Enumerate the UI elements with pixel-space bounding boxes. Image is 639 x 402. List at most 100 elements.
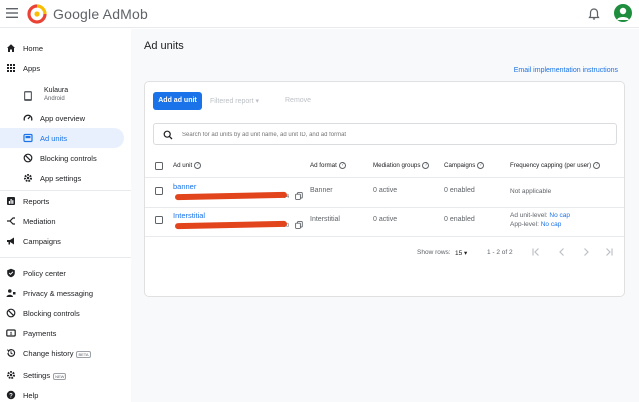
help-icon[interactable]: ? bbox=[338, 162, 346, 169]
sidebar-item-label: App settings bbox=[40, 174, 82, 183]
sidebar-item-label: Help bbox=[23, 391, 39, 400]
sidebar-item-mediation[interactable]: Mediation bbox=[0, 211, 124, 231]
next-page-icon[interactable] bbox=[581, 247, 591, 257]
first-page-icon[interactable] bbox=[531, 247, 541, 257]
last-page-icon[interactable] bbox=[604, 247, 614, 257]
sidebar-item-ad-units[interactable]: Ad units bbox=[0, 128, 124, 148]
app-platform: Android bbox=[44, 96, 65, 102]
ad-unit-name-link[interactable]: Interstitial bbox=[173, 211, 205, 220]
col-header-ad-format[interactable]: Ad format? bbox=[310, 162, 346, 169]
sidebar-item-change-history[interactable]: Change history BETA bbox=[0, 343, 124, 363]
sidebar-item-label: Apps bbox=[23, 64, 41, 73]
search-input[interactable] bbox=[182, 128, 602, 142]
app-selector[interactable]: Kulaura Android bbox=[0, 85, 124, 109]
search-bar[interactable] bbox=[153, 123, 617, 145]
filtered-report-label: Filtered report bbox=[210, 98, 254, 105]
table-divider bbox=[145, 207, 624, 208]
top-app-bar: Google AdMob bbox=[0, 0, 639, 28]
sidebar-item-privacy-messaging[interactable]: Privacy & messaging bbox=[0, 283, 124, 303]
help-icon[interactable]: ? bbox=[422, 162, 430, 169]
col-header-label: Campaigns bbox=[444, 162, 476, 170]
ad-units-icon bbox=[23, 133, 33, 143]
frequency-label: App-level: bbox=[510, 221, 539, 228]
privacy-person-icon bbox=[6, 289, 16, 297]
sidebar-item-app-blocking-controls[interactable]: Blocking controls bbox=[0, 148, 124, 168]
filtered-report-button[interactable]: Filtered report ▾ bbox=[210, 97, 259, 105]
svg-text:$: $ bbox=[10, 331, 13, 336]
mediation-cell: 0 active bbox=[373, 187, 398, 194]
sidebar-item-label: Ad units bbox=[40, 134, 68, 143]
ad-units-card: Add ad unit Filtered report ▾ Remove Ad … bbox=[144, 81, 625, 297]
sidebar-item-policy-center[interactable]: Policy center bbox=[0, 263, 124, 283]
table-divider bbox=[145, 236, 624, 237]
sidebar-item-label: Payments bbox=[23, 329, 57, 338]
svg-text:?: ? bbox=[9, 393, 13, 399]
sidebar-item-label: Blocking controls bbox=[23, 309, 80, 318]
help-icon: ? bbox=[6, 390, 16, 399]
select-all-checkbox[interactable] bbox=[155, 162, 163, 170]
sidebar-item-help[interactable]: ? Help bbox=[0, 385, 124, 402]
frequency-app-level: App-level: No cap bbox=[510, 221, 561, 228]
help-icon[interactable]: ? bbox=[477, 162, 485, 169]
frequency-app-link[interactable]: No cap bbox=[541, 221, 562, 228]
col-header-frequency-capping[interactable]: Frequency capping (per user)? bbox=[510, 162, 601, 170]
rows-per-page-value: 15 bbox=[455, 250, 463, 257]
sidebar-item-campaigns[interactable]: Campaigns bbox=[0, 231, 124, 251]
col-header-mediation-groups[interactable]: Mediation groups? bbox=[373, 162, 430, 170]
email-instructions-link[interactable]: Email implementation instructions bbox=[514, 67, 618, 74]
frequency-ad-unit-link[interactable]: No cap bbox=[549, 212, 570, 219]
remove-button[interactable]: Remove bbox=[285, 97, 311, 104]
home-icon bbox=[7, 44, 15, 52]
sidebar-item-app-overview[interactable]: App overview bbox=[0, 108, 124, 128]
android-icon bbox=[24, 91, 32, 101]
sidebar-item-label: Home bbox=[23, 44, 44, 53]
page-title: Ad units bbox=[144, 40, 184, 52]
help-icon[interactable]: ? bbox=[194, 162, 202, 169]
col-header-campaigns[interactable]: Campaigns? bbox=[444, 162, 485, 170]
frequency-cell: Not applicable bbox=[510, 188, 552, 195]
brand-title: Google AdMob bbox=[53, 6, 149, 22]
col-header-label: Mediation groups bbox=[373, 162, 421, 170]
sidebar-item-home[interactable]: Home bbox=[0, 38, 124, 58]
help-icon[interactable]: ? bbox=[593, 162, 601, 169]
menu-icon[interactable] bbox=[6, 8, 18, 18]
gauge-icon bbox=[23, 114, 33, 121]
sidebar-item-apps[interactable]: Apps bbox=[0, 58, 124, 78]
block-icon bbox=[23, 153, 33, 163]
pagination-range: 1 - 2 of 2 bbox=[487, 249, 513, 256]
row-checkbox[interactable] bbox=[155, 187, 163, 195]
avatar[interactable] bbox=[614, 4, 632, 22]
sidebar-item-label: Policy center bbox=[23, 269, 66, 278]
sidebar-item-app-settings[interactable]: App settings bbox=[0, 168, 124, 188]
col-header-label: Ad unit bbox=[173, 162, 193, 170]
search-icon bbox=[163, 130, 173, 140]
col-header-label: Frequency capping (per user) bbox=[510, 162, 592, 170]
sidebar-item-payments[interactable]: $ Payments bbox=[0, 323, 124, 343]
payments-icon: $ bbox=[6, 329, 16, 337]
sidebar-item-label: Blocking controls bbox=[40, 154, 97, 163]
admob-logo-icon[interactable] bbox=[27, 4, 47, 24]
gear-icon bbox=[24, 174, 32, 182]
sidebar-item-settings[interactable]: Settings NEW bbox=[0, 365, 124, 385]
sidebar-item-label: Settings bbox=[23, 371, 51, 380]
col-header-ad-unit[interactable]: Ad unit? bbox=[173, 162, 202, 170]
copy-icon[interactable] bbox=[295, 192, 303, 200]
sidebar-item-blocking-controls[interactable]: Blocking controls bbox=[0, 303, 124, 323]
copy-icon[interactable] bbox=[295, 221, 303, 229]
bell-icon[interactable] bbox=[587, 7, 601, 21]
show-rows-label: Show rows: bbox=[417, 249, 451, 256]
sidebar-item-reports[interactable]: Reports bbox=[0, 191, 124, 211]
mediation-cell: 0 active bbox=[373, 216, 398, 223]
sidebar-item-label: Privacy & messaging bbox=[23, 289, 94, 298]
ad-unit-name-link[interactable]: banner bbox=[173, 182, 196, 191]
row-checkbox[interactable] bbox=[155, 216, 163, 224]
sidebar-divider bbox=[0, 257, 131, 258]
dropdown-arrow-icon: ▾ bbox=[255, 98, 260, 105]
ad-format-cell: Interstitial bbox=[310, 216, 340, 223]
previous-page-icon[interactable] bbox=[557, 247, 567, 257]
app-name: Kulaura bbox=[44, 87, 69, 94]
history-icon bbox=[6, 349, 16, 357]
add-ad-unit-button[interactable]: Add ad unit bbox=[153, 92, 202, 110]
block-icon bbox=[6, 308, 16, 318]
rows-per-page-select[interactable]: 15 ▾ bbox=[455, 249, 467, 257]
